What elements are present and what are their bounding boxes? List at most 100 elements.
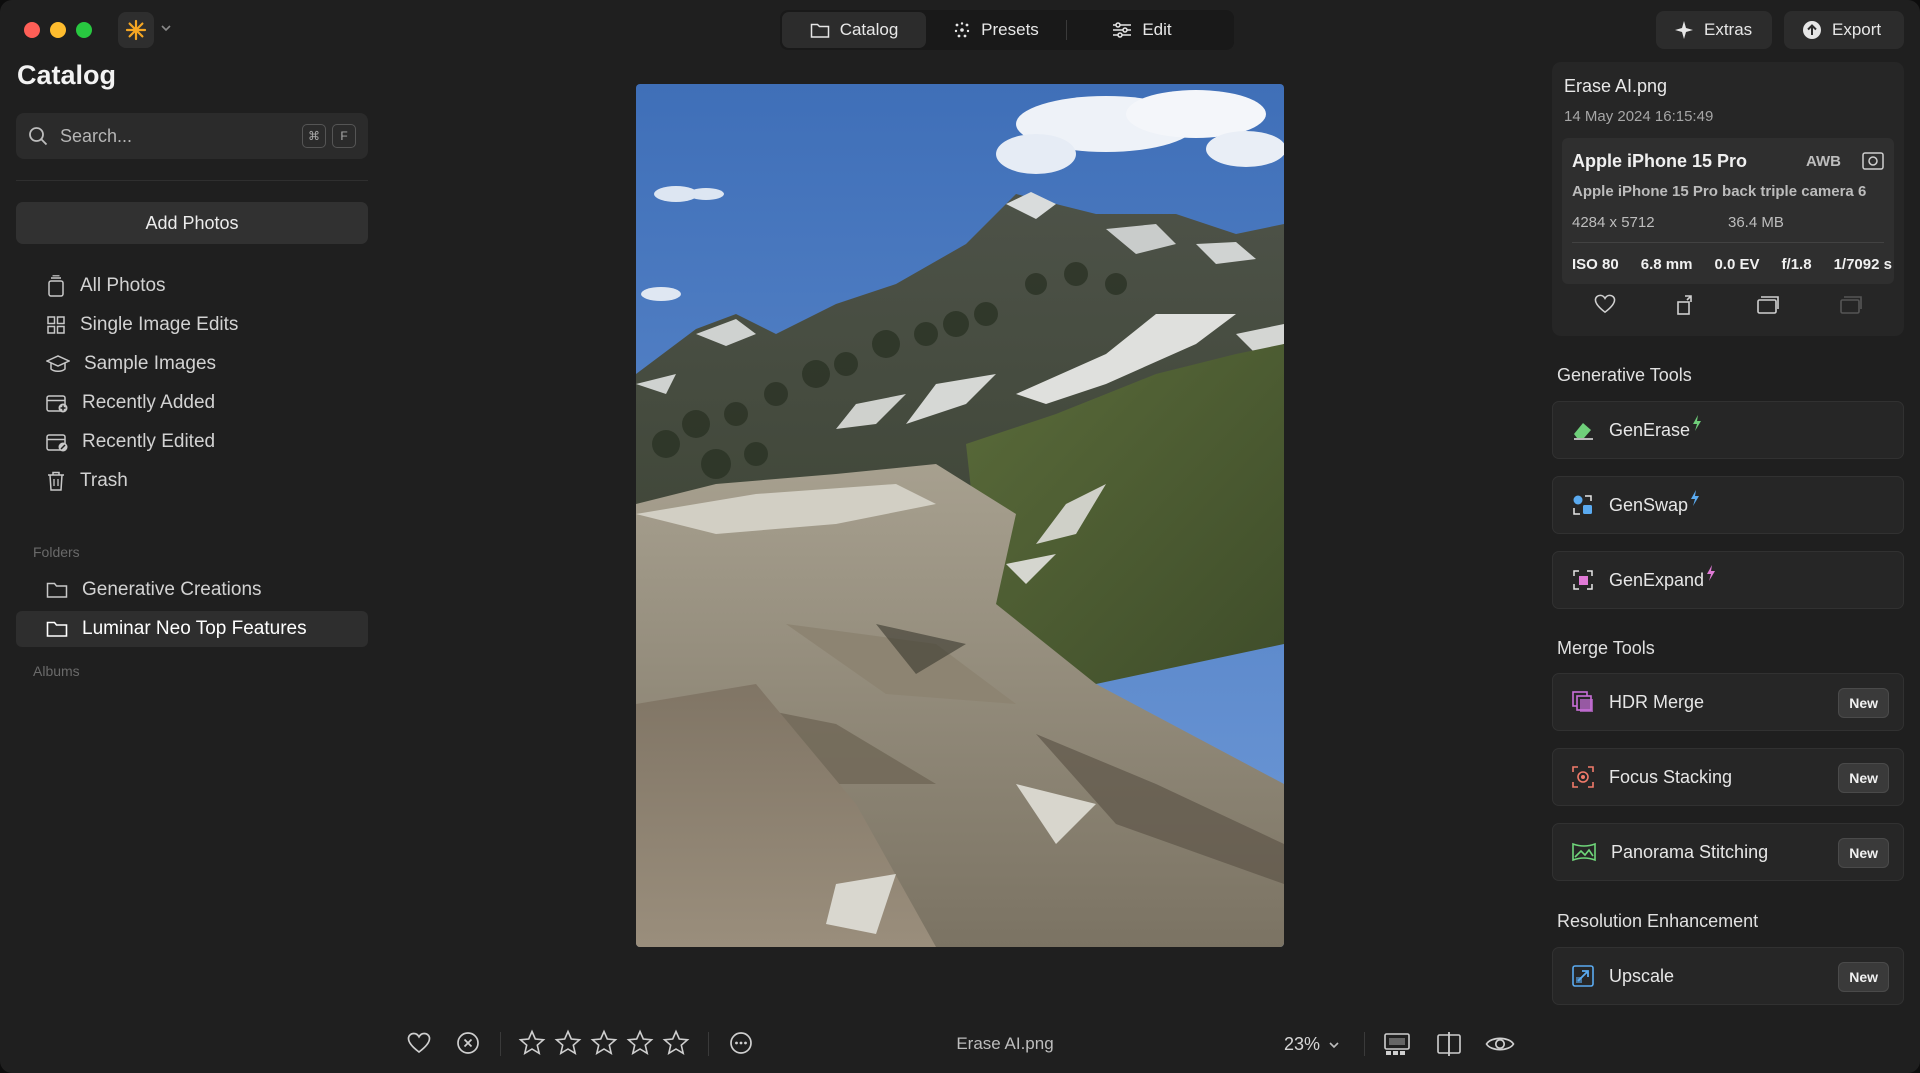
- star-icon[interactable]: [662, 1029, 690, 1057]
- new-badge: New: [1838, 763, 1889, 793]
- calendar-edit-icon: [46, 434, 68, 452]
- tool-label: GenSwap: [1609, 494, 1689, 515]
- folder-item-luminar-neo-top-features[interactable]: Luminar Neo Top Features: [16, 611, 368, 647]
- new-badge: New: [1838, 688, 1889, 718]
- panorama-icon: [1572, 842, 1596, 862]
- tab-edit[interactable]: Edit: [1067, 12, 1217, 48]
- star-icon[interactable]: [626, 1029, 654, 1057]
- export-button[interactable]: Export: [1784, 11, 1904, 49]
- folder-item-generative-creations[interactable]: Generative Creations: [16, 572, 368, 608]
- extras-button[interactable]: Extras: [1656, 11, 1772, 49]
- tool-label: GenErase: [1609, 419, 1691, 440]
- trash-icon: [48, 471, 64, 491]
- favorite-button[interactable]: [406, 1030, 432, 1056]
- sidebar-item-label: Sample Images: [84, 353, 217, 374]
- tab-presets[interactable]: Presets: [926, 12, 1066, 48]
- folder-label: Luminar Neo Top Features: [82, 618, 307, 639]
- maximize-window-button[interactable]: [76, 22, 92, 38]
- add-photos-button[interactable]: Add Photos: [16, 202, 368, 244]
- filmstrip-toggle-button[interactable]: [1382, 1030, 1412, 1058]
- lens-info: Apple iPhone 15 Pro back triple camera 6: [1572, 183, 1867, 200]
- extras-label: Extras: [1704, 20, 1753, 39]
- focus-stacking-tool[interactable]: Focus Stacking New: [1552, 748, 1904, 806]
- exif-aperture: f/1.8: [1781, 256, 1812, 273]
- sidebar-item-trash[interactable]: Trash: [16, 463, 368, 499]
- generative-tools-heading: Generative Tools: [1557, 365, 1692, 385]
- minimize-window-button[interactable]: [50, 22, 66, 38]
- exif-exposure-comp: 0.0 EV: [1714, 256, 1760, 273]
- tab-catalog[interactable]: Catalog: [782, 12, 926, 48]
- merge-tools-heading: Merge Tools: [1557, 638, 1655, 658]
- albums-heading: Albums: [33, 663, 80, 679]
- folder-label: Generative Creations: [82, 579, 262, 600]
- exif-row: ISO 80 6.8 mm 0.0 EV f/1.8 1/7092 s: [1572, 256, 1892, 273]
- sidebar-item-recently-added[interactable]: Recently Added: [16, 385, 368, 421]
- folder-icon: [46, 621, 68, 637]
- generase-tool[interactable]: GenErase: [1552, 401, 1904, 459]
- folder-icon: [46, 582, 68, 598]
- rotate-icon[interactable]: [1675, 294, 1697, 316]
- split-view-icon: [1437, 1032, 1461, 1056]
- upscale-icon: [1572, 965, 1594, 987]
- info-date: 14 May 2024 16:15:49: [1564, 108, 1714, 125]
- sidebar-item-label: Recently Added: [82, 392, 216, 413]
- close-window-button[interactable]: [24, 22, 40, 38]
- genswap-tool[interactable]: GenSwap: [1552, 476, 1904, 534]
- upload-icon: [1803, 21, 1821, 39]
- sidebar-item-recently-edited[interactable]: Recently Edited: [16, 424, 368, 460]
- search-icon: [29, 127, 48, 146]
- panorama-stitching-tool[interactable]: Panorama Stitching New: [1552, 823, 1904, 881]
- image-dimensions: 4284 x 5712: [1572, 214, 1655, 231]
- tool-label: Focus Stacking: [1609, 766, 1733, 787]
- tab-catalog-label: Catalog: [839, 20, 899, 39]
- grid-icon: [47, 316, 65, 334]
- graduation-cap-icon: [46, 355, 70, 372]
- details-divider: [1572, 242, 1884, 243]
- hdr-merge-tool[interactable]: HDR Merge New: [1552, 673, 1904, 731]
- sidebar-item-sample-images[interactable]: Sample Images: [16, 346, 368, 382]
- genexpand-tool[interactable]: GenExpand: [1552, 551, 1904, 609]
- lightning-icon: [1693, 415, 1702, 431]
- white-balance: AWB: [1806, 153, 1841, 170]
- reject-x-circle-icon: [457, 1032, 479, 1054]
- mode-switcher: Catalog Presets Edit: [780, 10, 1234, 50]
- app-logo-button[interactable]: [118, 12, 154, 48]
- more-dots-circle-icon: [730, 1032, 752, 1054]
- preview-toggle-button[interactable]: [1484, 1030, 1516, 1058]
- tab-edit-label: Edit: [1142, 20, 1172, 39]
- stack-icon[interactable]: [1839, 294, 1863, 316]
- tool-label: Panorama Stitching: [1611, 841, 1769, 862]
- camera-details: Apple iPhone 15 Pro AWB Apple iPhone 15 …: [1562, 138, 1894, 284]
- image-info-card: Erase AI.png 14 May 2024 16:15:49 Apple …: [1552, 62, 1904, 336]
- chevron-down-icon: [1329, 1041, 1339, 1048]
- sidebar-item-all-photos[interactable]: All Photos: [16, 268, 368, 304]
- info-filename: Erase AI.png: [1564, 76, 1668, 96]
- shortcut-key-cmd: ⌘: [302, 124, 326, 148]
- search-field[interactable]: Search... ⌘ F: [16, 113, 368, 159]
- heart-icon[interactable]: [1594, 294, 1616, 314]
- star-icon[interactable]: [554, 1029, 582, 1057]
- sidebar-item-single-image-edits[interactable]: Single Image Edits: [16, 307, 368, 343]
- sidebar-item-label: Single Image Edits: [80, 314, 239, 335]
- sidebar-item-label: All Photos: [80, 275, 166, 296]
- upscale-tool[interactable]: Upscale New: [1552, 947, 1904, 1005]
- star-icon[interactable]: [518, 1029, 546, 1057]
- new-badge: New: [1838, 962, 1889, 992]
- toolbar-divider: [708, 1032, 709, 1056]
- star-icon[interactable]: [590, 1029, 618, 1057]
- duplicate-icon[interactable]: [1756, 294, 1780, 316]
- current-filename: Erase AI.png: [956, 1034, 1054, 1053]
- sidebar-item-label: Trash: [80, 470, 128, 491]
- compare-view-button[interactable]: [1434, 1030, 1464, 1058]
- sliders-icon: [1113, 22, 1132, 38]
- reject-button[interactable]: [455, 1030, 481, 1056]
- tool-label: Upscale: [1609, 965, 1675, 986]
- zoom-dropdown[interactable]: 23%: [1284, 1034, 1340, 1055]
- info-actions: [1552, 294, 1904, 316]
- lightning-icon: [1707, 565, 1716, 581]
- search-placeholder: Search...: [60, 125, 133, 146]
- eraser-icon: [1574, 423, 1593, 440]
- more-options-button[interactable]: [728, 1030, 754, 1056]
- main-photo[interactable]: [636, 84, 1284, 947]
- chevron-down-icon[interactable]: [160, 22, 172, 34]
